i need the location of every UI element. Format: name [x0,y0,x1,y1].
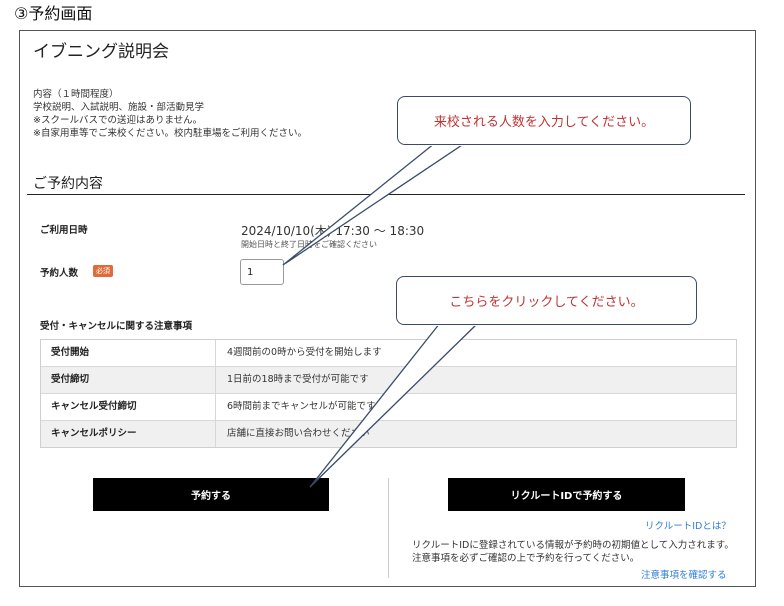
callout-click-here: こちらをクリックしてください。 [396,276,697,325]
callout-enter-count: 来校される人数を入力してください。 [397,96,691,145]
callout-pointer-reserve [309,322,480,488]
callout-pointer-count [282,142,468,266]
